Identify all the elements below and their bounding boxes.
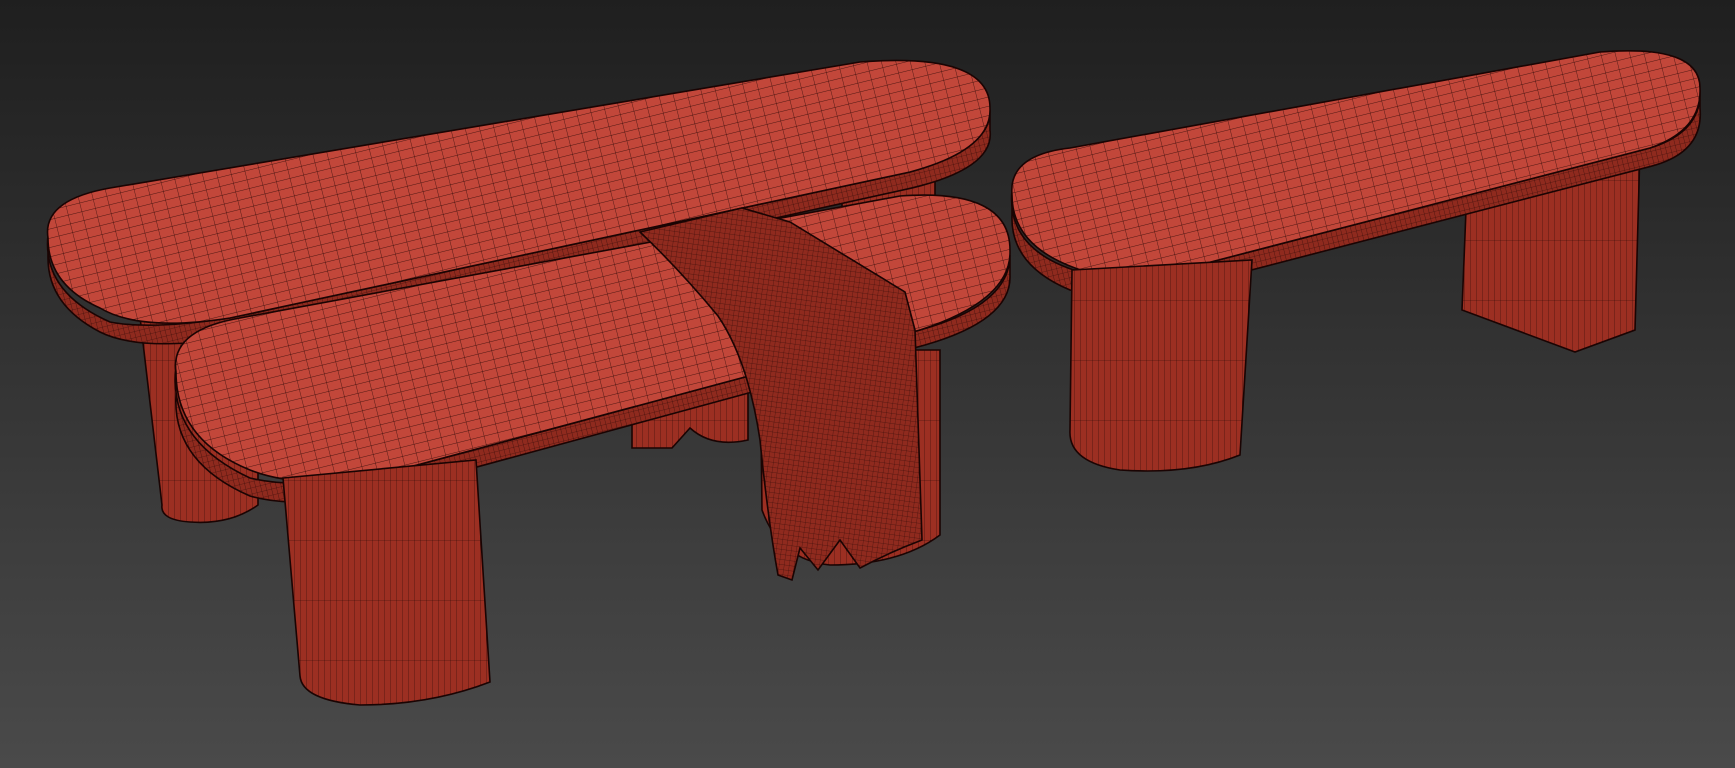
3d-viewport[interactable]: [0, 0, 1735, 768]
wireframe-scene: [0, 0, 1735, 768]
bench-front-left-leg-left: [282, 459, 491, 706]
bench-right-leg-cylinder: [1069, 259, 1253, 472]
